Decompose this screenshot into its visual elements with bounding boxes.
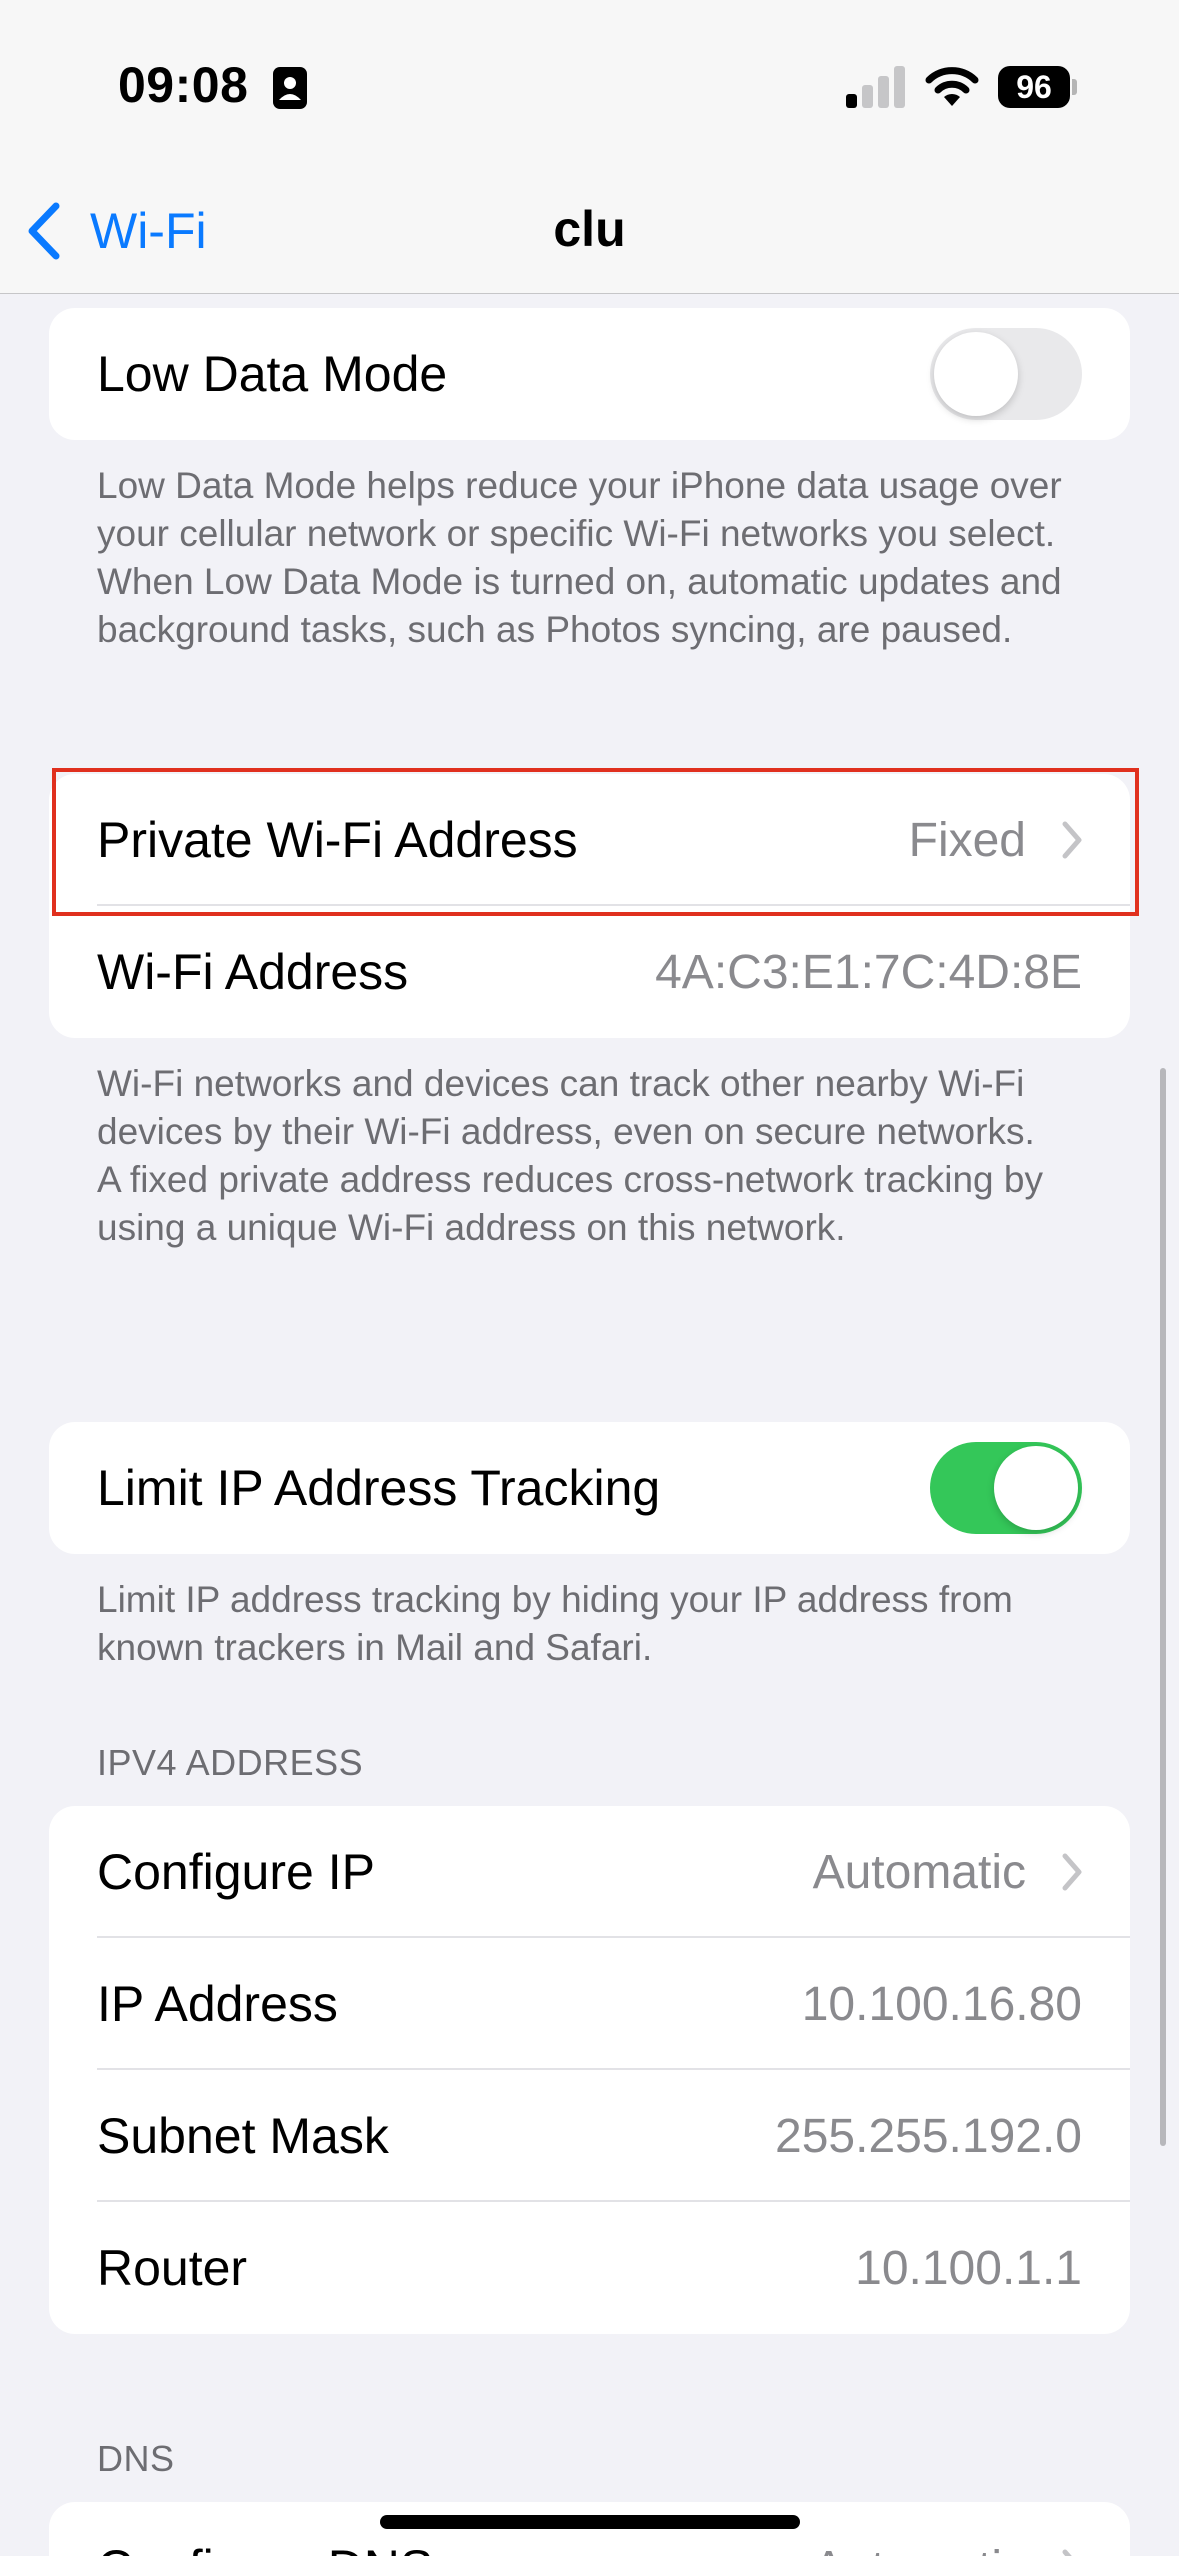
subnet-mask-value: 255.255.192.0 [775,2109,1082,2163]
subnet-mask-row: Subnet Mask 255.255.192.0 [49,2070,1130,2202]
ip-address-value: 10.100.16.80 [801,1977,1082,2031]
ip-address-label: IP Address [97,1976,338,2032]
battery-icon: 96 [998,66,1077,108]
configure-ip-label: Configure IP [97,1844,375,1900]
navigation-bar: Wi-Fi clu [0,170,1179,294]
chevron-right-icon [1062,1853,1082,1891]
configure-ip-value-text: Automatic [812,1845,1026,1899]
router-value: 10.100.1.1 [855,2241,1082,2295]
limit-ip-label: Limit IP Address Tracking [97,1460,661,1516]
page-title: clu [553,201,626,257]
configure-dns-value-text: Automatic [813,2541,1026,2556]
private-address-footer-line-1: Wi-Fi networks and devices can track oth… [97,1063,1035,1152]
chevron-right-icon [1062,2549,1072,2556]
configure-ip-value: Automatic [813,1845,1084,1900]
configure-ip-row[interactable]: Configure IP Automatic [49,1806,1130,1938]
contact-card-icon [273,67,307,109]
screen: 09:08 96 Wi-Fi clu Low Data Mode Low Dat… [0,0,1179,2556]
dns-section-header: DNS [97,2438,175,2479]
limit-ip-toggle[interactable] [930,1442,1082,1534]
configure-dns-label: Configure DNS [97,2539,433,2556]
low-data-mode-label: Low Data Mode [97,346,448,402]
battery-level: 96 [998,66,1070,108]
wifi-icon [925,67,979,106]
private-address-footer: Wi-Fi networks and devices can track oth… [97,1060,1097,1252]
wifi-address-row: Wi-Fi Address 4A:C3:E1:7C:4D:8E [49,906,1130,1038]
wifi-address-value: 4A:C3:E1:7C:4D:8E [655,945,1082,999]
router-row: Router 10.100.1.1 [49,2202,1130,2334]
ip-address-row: IP Address 10.100.16.80 [49,1938,1130,2070]
wifi-address-label: Wi-Fi Address [97,944,409,1000]
limit-ip-group: Limit IP Address Tracking [49,1422,1130,1554]
configure-dns-value: Automatic [813,2541,1084,2556]
scroll-indicator[interactable] [1160,1068,1166,2146]
private-address-footer-line-2: A fixed private address reduces cross-ne… [97,1159,1043,1248]
ipv4-group: Configure IP Automatic IP Address 10.100… [49,1806,1130,2334]
subnet-mask-label: Subnet Mask [97,2108,389,2164]
cellular-signal-icon [846,66,905,108]
low-data-mode-toggle[interactable] [930,328,1082,420]
limit-ip-row: Limit IP Address Tracking [49,1422,1130,1554]
highlight-box [52,768,1139,916]
dns-group: Configure DNS Automatic [49,2502,1130,2556]
router-label: Router [97,2240,248,2296]
low-data-mode-row: Low Data Mode [49,308,1130,440]
ipv4-section-header: IPV4 ADDRESS [97,1742,364,1783]
status-bar: 09:08 96 [0,0,1179,170]
status-time: 09:08 [118,57,249,113]
low-data-mode-footer: Low Data Mode helps reduce your iPhone d… [97,465,1062,650]
home-indicator[interactable] [380,2515,800,2529]
configure-dns-row[interactable]: Configure DNS Automatic [49,2502,1130,2556]
low-data-mode-group: Low Data Mode [49,308,1130,440]
limit-ip-footer: Limit IP address tracking by hiding your… [97,1579,1013,1668]
